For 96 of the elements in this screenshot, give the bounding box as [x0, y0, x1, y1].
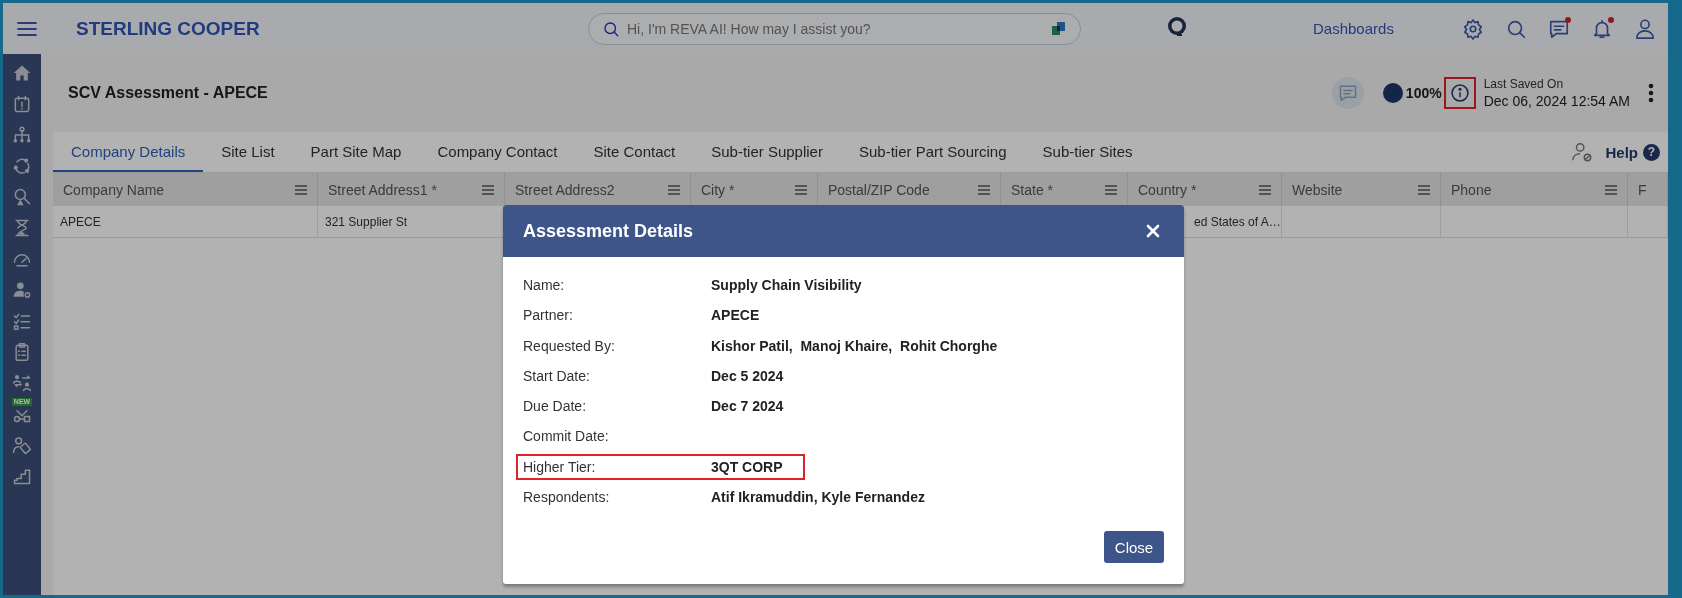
calendar-icon	[12, 94, 32, 114]
column-header: Postal/ZIP Code	[828, 181, 930, 198]
field-value: 3QT CORP	[711, 458, 784, 475]
progress-label: 100%	[1405, 85, 1442, 101]
column-menu-icon[interactable]	[1418, 184, 1430, 195]
field-label: Partner:	[523, 307, 574, 324]
field-value: Supply Chain Visibility	[711, 277, 863, 293]
close-dialog-button[interactable]: Close	[1104, 531, 1164, 563]
checklist-nav-item[interactable]	[12, 311, 32, 331]
hierarchy-icon	[12, 125, 32, 145]
field-label: Name:	[523, 277, 566, 293]
tab[interactable]: Sub-tier Supplier	[693, 132, 841, 172]
column-header: Website	[1292, 181, 1343, 198]
page-title: SCV Assessment - APECE	[68, 84, 269, 102]
hourglass-icon	[12, 218, 32, 238]
hourglass-nav-item[interactable]	[12, 218, 32, 238]
user-tag-icon	[12, 435, 32, 455]
tab[interactable]: Site Contact	[575, 132, 694, 172]
last-saved-label: Last Saved On	[1483, 77, 1565, 91]
field-label: Requested By:	[523, 337, 616, 354]
column-header: City *	[701, 181, 735, 198]
clipboard-icon	[12, 342, 32, 362]
column-menu-icon[interactable]	[795, 184, 807, 195]
field-value: Atif Ikramuddin, Kyle Fernandez	[711, 489, 926, 506]
user-tag-nav-item[interactable]	[12, 435, 32, 455]
magnifier-warning-nav-item[interactable]	[12, 187, 32, 207]
info-icon	[1449, 83, 1470, 103]
tab[interactable]: Company Contact	[419, 132, 576, 172]
user-gear-icon	[12, 280, 32, 300]
comment-button[interactable]	[1331, 77, 1364, 109]
dialog-title: Assessment Details	[523, 220, 694, 242]
brand-name: STERLING COOPER	[75, 17, 261, 40]
table-cell: 321 Supplier St	[325, 214, 408, 229]
field-value: Dec 7 2024	[711, 398, 785, 415]
field-label: Start Date:	[523, 367, 591, 384]
info-button[interactable]	[1443, 77, 1476, 109]
people-transfer-icon	[12, 373, 32, 393]
column-header: Country *	[1138, 181, 1197, 198]
column-header: Street Address1 *	[328, 181, 437, 198]
clipboard-nav-item[interactable]	[12, 342, 32, 362]
close-button[interactable]	[1146, 224, 1160, 238]
column-header: Company Name	[63, 181, 165, 198]
progress-dot	[1382, 83, 1403, 103]
tab[interactable]: Sub-tier Part Sourcing	[840, 132, 1025, 172]
search-field[interactable]: Hi, I'm REVA AI! How may I assist you?	[588, 12, 1081, 45]
column-menu-icon[interactable]	[668, 184, 680, 195]
field-label: Respondents:	[523, 489, 611, 506]
user-blocked-icon[interactable]	[1571, 141, 1594, 163]
close-icon	[1146, 224, 1160, 238]
squares-icon	[1051, 20, 1067, 37]
field-value: Dec 5 2024	[711, 367, 785, 384]
last-saved-date: Dec 06, 2024 12:54 AM	[1483, 93, 1630, 109]
column-menu-icon[interactable]	[978, 184, 990, 195]
column-menu-icon[interactable]	[1259, 184, 1271, 195]
user-gear-nav-item[interactable]	[12, 280, 32, 300]
field-value: Kishor Patil, Manoj Khaire, Rohit Chorghe	[711, 337, 999, 354]
cycle-nav-item[interactable]	[12, 156, 32, 176]
more-button[interactable]	[1648, 83, 1654, 103]
field-label: Due Date:	[523, 398, 588, 415]
column-header: State *	[1011, 181, 1054, 198]
people-transfer-nav-item[interactable]	[12, 373, 32, 393]
home-nav-item[interactable]	[12, 63, 32, 83]
magnifier-warning-icon	[12, 187, 32, 207]
chat-icon	[1337, 83, 1358, 103]
tab[interactable]: Part Site Map	[292, 132, 420, 172]
user-button[interactable]	[1633, 17, 1656, 40]
dashboards-link[interactable]: Dashboards	[1313, 20, 1394, 37]
column-header: Phone	[1451, 181, 1492, 198]
column-menu-icon[interactable]	[1605, 184, 1617, 195]
settings-button[interactable]	[1461, 17, 1484, 40]
more-icon	[1648, 83, 1654, 103]
column-menu-icon[interactable]	[482, 184, 494, 195]
home-icon	[12, 63, 32, 83]
column-header: Street Address2	[515, 181, 615, 198]
table-cell: APECE	[60, 214, 101, 229]
tab[interactable]: Site List	[203, 132, 293, 172]
calendar-nav-item[interactable]	[12, 94, 32, 114]
field-label: Commit Date:	[523, 428, 610, 445]
field-value: APECE	[711, 307, 761, 324]
stairs-icon	[12, 466, 32, 486]
cycle-icon	[12, 156, 32, 176]
headset-icon[interactable]	[1165, 14, 1189, 39]
chat-button[interactable]	[1547, 17, 1570, 40]
tab[interactable]: Sub-tier Sites	[1024, 132, 1151, 172]
stairs-nav-item[interactable]	[12, 466, 32, 486]
user-icon	[1633, 17, 1656, 40]
checklist-icon	[12, 311, 32, 331]
column-menu-icon[interactable]	[1105, 184, 1117, 195]
help-link[interactable]: Help ?	[1605, 143, 1660, 161]
hierarchy-nav-item[interactable]	[12, 125, 32, 145]
field-label: Higher Tier:	[523, 458, 597, 475]
column-header: F	[1638, 181, 1647, 198]
table-cell: ed States of A…	[1194, 214, 1281, 229]
settings-icon	[1461, 17, 1484, 40]
search-icon	[602, 19, 620, 38]
column-menu-icon[interactable]	[295, 184, 307, 195]
